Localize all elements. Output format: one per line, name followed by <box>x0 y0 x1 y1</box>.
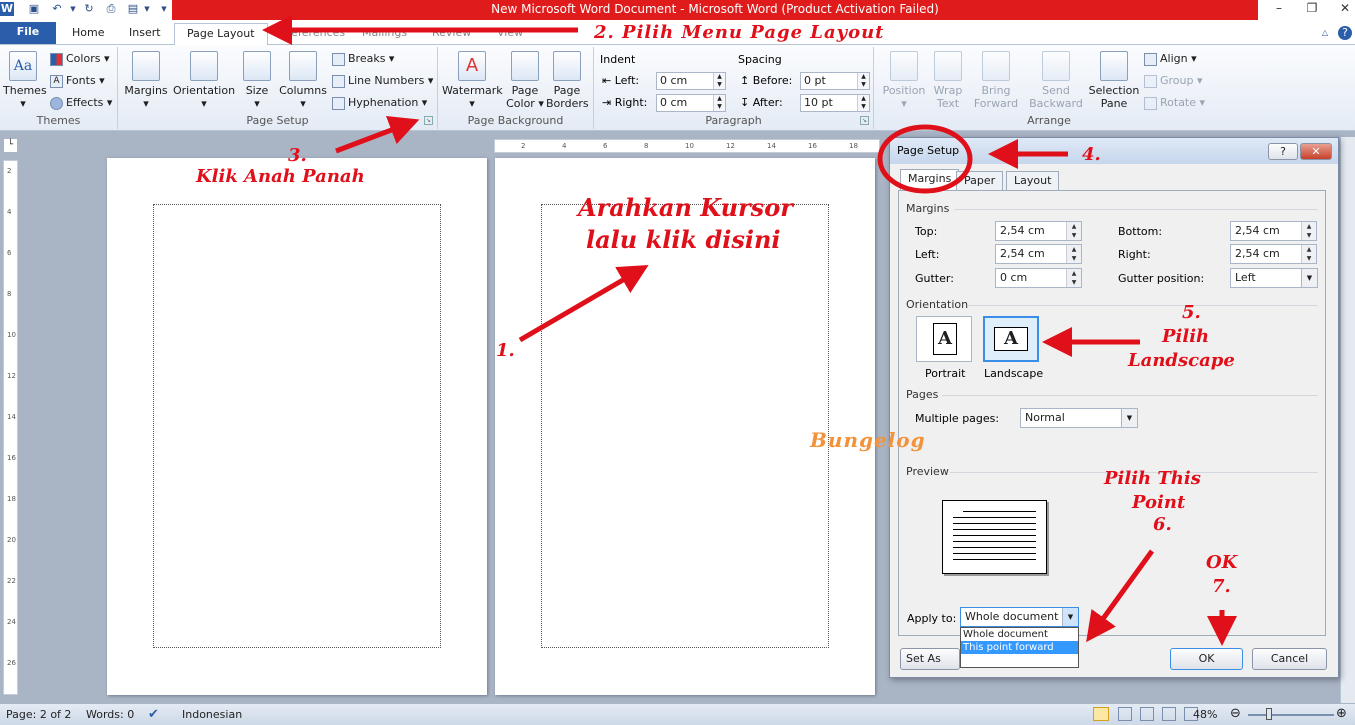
annotation-step5-pilih: Pilih <box>1162 326 1210 347</box>
annotation-step1: 1. <box>496 340 515 361</box>
annotation-step7-ok: OK <box>1206 552 1238 573</box>
annotation-cursor-line2: lalu klik disini <box>586 225 781 254</box>
annotation-step6-number: 6. <box>1153 514 1172 535</box>
annotation-step4: 4. <box>1082 144 1101 165</box>
annotation-step7-number: 7. <box>1212 576 1231 597</box>
bungelog-watermark: Bungelog <box>810 428 926 452</box>
arrow-to-page <box>518 264 649 343</box>
annotation-step3-number: 3. <box>288 145 307 166</box>
arrow-to-launcher <box>335 116 420 154</box>
annotation-cursor-line1: Arahkan Kursor <box>578 193 793 222</box>
annotation-step6-line2: Point <box>1132 492 1186 513</box>
circle-page-setup-title <box>877 124 973 194</box>
arrow-to-this-point <box>1086 549 1155 643</box>
annotation-step5-number: 5. <box>1182 302 1201 323</box>
annotation-step5-landscape: Landscape <box>1128 350 1235 371</box>
annotation-step3-text: Klik Anah Panah <box>196 166 365 187</box>
annotation-step6-line1: Pilih This <box>1104 468 1201 489</box>
annotation-step2: 2. Pilih Menu Page Layout <box>590 22 889 43</box>
